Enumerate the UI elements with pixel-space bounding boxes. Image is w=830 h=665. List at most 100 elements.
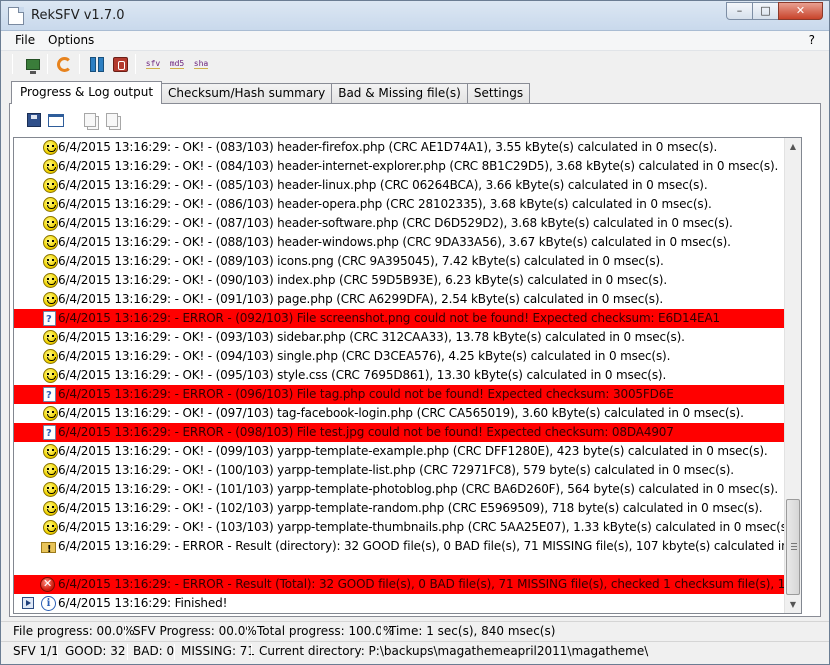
menu-options[interactable]: Options bbox=[48, 33, 94, 47]
scroll-thumb[interactable] bbox=[786, 499, 800, 595]
log-row-text: 6/4/2015 13:16:29: - ERROR - Result (Tot… bbox=[58, 575, 801, 594]
open-sfv-button[interactable] bbox=[23, 54, 43, 74]
log-row-text: 6/4/2015 13:16:29: - ERROR - (098/103) F… bbox=[58, 423, 801, 442]
tab-progress-log[interactable]: Progress & Log output bbox=[11, 81, 163, 104]
tab-bad-missing[interactable]: Bad & Missing file(s) bbox=[331, 83, 468, 103]
log-row-text: 6/4/2015 13:16:29: - OK! - (083/103) hea… bbox=[58, 140, 718, 154]
log-row-text: 6/4/2015 13:16:29: - ERROR - (096/103) F… bbox=[58, 385, 801, 404]
log-row-text: 6/4/2015 13:16:29: - OK! - (094/103) sin… bbox=[58, 349, 671, 363]
stop-icon bbox=[112, 56, 128, 72]
save-icon bbox=[27, 113, 41, 127]
title-bar[interactable]: RekSFV v1.7.0 – □ ✕ bbox=[1, 1, 829, 31]
missing-file-icon bbox=[43, 386, 56, 404]
log-row[interactable]: 6/4/2015 13:16:29: - OK! - (083/103) hea… bbox=[14, 138, 801, 157]
close-button[interactable]: ✕ bbox=[778, 2, 823, 20]
pause-button[interactable] bbox=[87, 54, 107, 74]
missing-count-text: MISSING: 71 bbox=[181, 644, 256, 658]
smiley-ok-icon bbox=[43, 140, 58, 155]
log-row-text: 6/4/2015 13:16:29: - OK! - (087/103) hea… bbox=[58, 216, 733, 230]
smiley-ok-icon bbox=[43, 330, 58, 345]
minimize-button[interactable]: – bbox=[726, 2, 753, 20]
log-row-text: 6/4/2015 13:16:29: - OK! - (089/103) ico… bbox=[58, 254, 664, 268]
log-row[interactable]: 6/4/2015 13:16:29: - OK! - (103/103) yar… bbox=[14, 518, 801, 537]
smiley-ok-icon bbox=[43, 444, 58, 459]
log-row[interactable]: 6/4/2015 13:16:29: - OK! - (084/103) hea… bbox=[14, 157, 801, 176]
missing-file-icon bbox=[43, 310, 56, 328]
total-progress-text: Total progress: 100.0% bbox=[257, 624, 395, 638]
log-row[interactable]: 6/4/2015 13:16:29: - ERROR - (098/103) F… bbox=[14, 423, 801, 442]
log-row[interactable]: 6/4/2015 13:16:29: - OK! - (099/103) yar… bbox=[14, 442, 801, 461]
smiley-ok-icon bbox=[43, 197, 58, 212]
log-row[interactable]: i 6/4/2015 13:16:29: Finished! bbox=[14, 594, 801, 613]
counts-status-bar: SFV 1/1 GOOD: 32 BAD: 0 MISSING: 71 Curr… bbox=[1, 641, 829, 661]
toolbar-separator bbox=[79, 54, 80, 74]
log-row[interactable]: 6/4/2015 13:16:29: - OK! - (085/103) hea… bbox=[14, 176, 801, 195]
log-row[interactable]: 6/4/2015 13:16:29: - OK! - (087/103) hea… bbox=[14, 214, 801, 233]
log-row[interactable]: ✕ 6/4/2015 13:16:29: - ERROR - Result (To… bbox=[14, 575, 801, 594]
log-row[interactable]: 6/4/2015 13:16:29: - OK! - (088/103) hea… bbox=[14, 233, 801, 252]
window-title: RekSFV v1.7.0 bbox=[31, 8, 125, 23]
create-sfv-button[interactable]: sfv bbox=[143, 54, 163, 74]
save-log-button[interactable] bbox=[24, 110, 44, 130]
toolbar-separator bbox=[12, 54, 13, 74]
scroll-down-arrow-icon[interactable]: ▼ bbox=[785, 596, 801, 613]
window-icon bbox=[48, 113, 64, 127]
copy-all-icon bbox=[106, 113, 118, 127]
log-row[interactable]: 6/4/2015 13:16:29: - OK! - (095/103) sty… bbox=[14, 366, 801, 385]
refresh-button[interactable] bbox=[54, 54, 74, 74]
log-row[interactable]: 6/4/2015 13:16:29: - OK! - (100/103) yar… bbox=[14, 461, 801, 480]
log-row[interactable]: 6/4/2015 13:16:29: - OK! - (093/103) sid… bbox=[14, 328, 801, 347]
smiley-ok-icon bbox=[43, 235, 58, 250]
new-window-button[interactable] bbox=[46, 110, 66, 130]
time-text: Time: 1 sec(s), 840 msec(s) bbox=[389, 624, 556, 638]
log-row[interactable]: 6/4/2015 13:16:29: - OK! - (094/103) sin… bbox=[14, 347, 801, 366]
toolbar-separator bbox=[135, 54, 136, 74]
expand-icon bbox=[22, 597, 34, 609]
tab-settings[interactable]: Settings bbox=[466, 83, 531, 103]
log-row-text: 6/4/2015 13:16:29: - OK! - (086/103) hea… bbox=[58, 197, 712, 211]
md5-icon: md5 bbox=[169, 59, 185, 69]
log-row[interactable]: 6/4/2015 13:16:29: - OK! - (101/103) yar… bbox=[14, 480, 801, 499]
tab-strip: Progress & Log output Checksum/Hash summ… bbox=[11, 81, 531, 104]
log-row[interactable]: 6/4/2015 13:16:29: - OK! - (102/103) yar… bbox=[14, 499, 801, 518]
app-document-icon bbox=[8, 7, 24, 25]
smiley-ok-icon bbox=[43, 482, 58, 497]
log-row-text: 6/4/2015 13:16:29: - OK! - (103/103) yar… bbox=[58, 520, 795, 534]
vertical-scrollbar[interactable]: ▲ ▼ bbox=[784, 138, 801, 613]
tab-checksum-summary[interactable]: Checksum/Hash summary bbox=[161, 83, 333, 103]
smiley-ok-icon bbox=[43, 273, 58, 288]
error-circle-icon: ✕ bbox=[40, 577, 55, 592]
log-row[interactable]: 6/4/2015 13:16:29: - ERROR - Result (dir… bbox=[14, 537, 801, 556]
smiley-ok-icon bbox=[43, 368, 58, 383]
create-md5-button[interactable]: md5 bbox=[167, 54, 187, 74]
stop-button[interactable] bbox=[110, 54, 130, 74]
log-row[interactable]: 6/4/2015 13:16:29: - OK! - (089/103) ico… bbox=[14, 252, 801, 271]
current-directory-text: Current directory: P:\backups\magathemea… bbox=[259, 644, 649, 658]
log-row[interactable]: 6/4/2015 13:16:29: - OK! - (097/103) tag… bbox=[14, 404, 801, 423]
menu-file[interactable]: File bbox=[15, 33, 35, 47]
log-row[interactable]: 6/4/2015 13:16:29: - OK! - (086/103) hea… bbox=[14, 195, 801, 214]
smiley-ok-icon bbox=[43, 292, 58, 307]
copy-button[interactable] bbox=[80, 110, 100, 130]
smiley-ok-icon bbox=[43, 216, 58, 231]
bad-count-text: BAD: 0 bbox=[133, 644, 175, 658]
log-row-text: 6/4/2015 13:16:29: - OK! - (099/103) yar… bbox=[58, 444, 768, 458]
log-row-text: 6/4/2015 13:16:29: - OK! - (102/103) yar… bbox=[58, 501, 763, 515]
create-sha-button[interactable]: sha bbox=[191, 54, 211, 74]
log-toolbar bbox=[14, 108, 814, 132]
log-output-list[interactable]: 6/4/2015 13:16:29: - OK! - (083/103) hea… bbox=[13, 137, 802, 614]
menu-help[interactable]: ? bbox=[809, 33, 815, 47]
log-row[interactable]: 6/4/2015 13:16:29: - ERROR - (092/103) F… bbox=[14, 309, 801, 328]
sfv-count-text: SFV 1/1 bbox=[13, 644, 59, 658]
log-row[interactable]: 6/4/2015 13:16:29: - ERROR - (096/103) F… bbox=[14, 385, 801, 404]
log-row-text: 6/4/2015 13:16:29: Finished! bbox=[58, 596, 228, 610]
scroll-up-arrow-icon[interactable]: ▲ bbox=[785, 138, 801, 155]
log-row-text: 6/4/2015 13:16:29: - OK! - (093/103) sid… bbox=[58, 330, 685, 344]
log-row[interactable]: 6/4/2015 13:16:29: - OK! - (091/103) pag… bbox=[14, 290, 801, 309]
copy-all-button[interactable] bbox=[102, 110, 122, 130]
refresh-icon bbox=[56, 56, 72, 72]
pause-icon bbox=[90, 56, 104, 72]
maximize-button[interactable]: □ bbox=[752, 2, 779, 20]
log-row[interactable]: 6/4/2015 13:16:29: - OK! - (090/103) ind… bbox=[14, 271, 801, 290]
log-row-text: 6/4/2015 13:16:29: - OK! - (090/103) ind… bbox=[58, 273, 667, 287]
